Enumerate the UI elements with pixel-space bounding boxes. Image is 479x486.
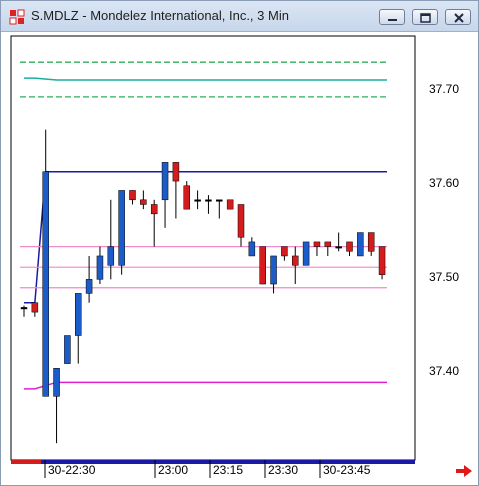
candle-body [346, 241, 353, 252]
candle-body [216, 199, 223, 202]
candle [226, 199, 234, 210]
candle-body [118, 190, 125, 266]
candle-body [335, 246, 342, 249]
candle-body [129, 190, 136, 201]
maximize-icon [420, 13, 431, 23]
candle-body [324, 241, 332, 247]
candle-body [42, 171, 49, 397]
candle-body [313, 241, 321, 247]
y-tick-label: 37.70 [429, 82, 460, 96]
candle-body [96, 255, 104, 280]
candle-body [302, 241, 310, 266]
candle-body [367, 232, 375, 252]
app-icon [9, 9, 25, 25]
chart-window: S.MDLZ - Mondelez International, Inc., 3… [0, 0, 479, 486]
candle-body [140, 199, 147, 205]
chart-area[interactable]: 37.70 37.60 37.50 37.40 30-22:30 23:00 2… [1, 32, 478, 485]
candle [357, 232, 364, 257]
window-title: S.MDLZ - Mondelez International, Inc., 3… [31, 8, 289, 23]
y-tick-label: 37.60 [429, 176, 460, 190]
candle-body [281, 246, 288, 257]
x-tick-label: 23:00 [158, 463, 189, 477]
candlestick-chart[interactable] [1, 32, 478, 485]
candle-body [161, 162, 169, 201]
candle [378, 246, 386, 280]
close-button[interactable] [445, 9, 471, 25]
y-tick-label: 37.40 [429, 364, 460, 378]
candle-body [183, 185, 190, 210]
title-bar[interactable]: S.MDLZ - Mondelez International, Inc., 3… [1, 1, 478, 32]
candle-body [31, 302, 39, 313]
scroll-right-arrow-icon[interactable] [455, 464, 473, 478]
minimize-icon [388, 19, 397, 21]
candle [118, 190, 125, 275]
candle [64, 335, 71, 364]
candle-body [270, 255, 277, 285]
candle-body [248, 241, 256, 257]
x-tick-label: 30-23:45 [323, 463, 371, 477]
candle [302, 241, 310, 266]
candle-body [75, 293, 82, 336]
candle-body [205, 199, 212, 202]
candle-body [259, 246, 266, 285]
x-tick-label: 30-22:30 [48, 463, 96, 477]
candle-body [85, 279, 93, 294]
candle-body [20, 307, 28, 310]
x-tick-label: 23:30 [268, 463, 299, 477]
close-icon [454, 13, 464, 23]
maximize-button[interactable] [412, 9, 438, 25]
plot-frame [10, 35, 416, 461]
candle-body [107, 246, 115, 266]
candle-body [172, 162, 180, 182]
candle-body [237, 204, 245, 238]
candle-body [64, 335, 71, 364]
candle-body [357, 232, 364, 257]
candle-body [150, 204, 158, 215]
candle-body [194, 199, 201, 202]
bottom-scroll-marker [11, 460, 41, 464]
y-tick-label: 37.50 [429, 270, 460, 284]
minimize-button[interactable] [379, 9, 405, 25]
candle-body [378, 246, 386, 275]
candle-body [226, 199, 234, 210]
candle [259, 246, 266, 285]
candle-body [53, 368, 60, 397]
x-tick-label: 23:15 [213, 463, 244, 477]
candle-body [292, 255, 299, 266]
